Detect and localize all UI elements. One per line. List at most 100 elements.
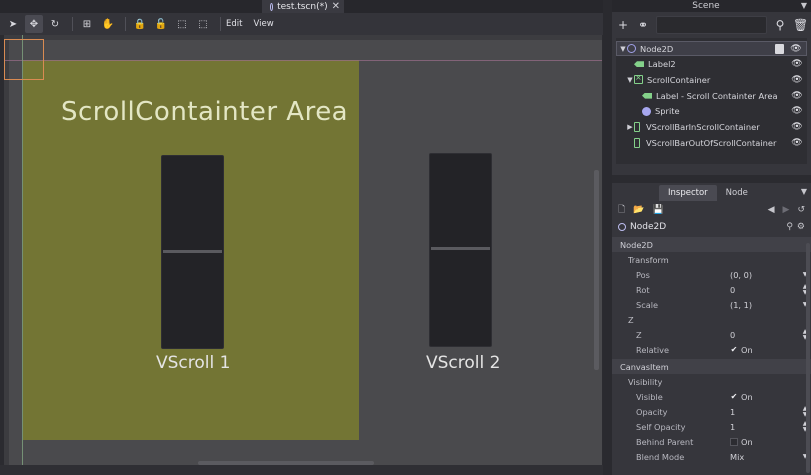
tree-item-label: VScrollBarOutOfScrollContainer — [646, 137, 777, 148]
visibility-eye-icon[interactable]: 👁 — [791, 59, 803, 69]
inspector-scrollbar[interactable] — [806, 243, 810, 473]
prop-relative[interactable]: Relative ✔ On — [612, 342, 811, 357]
tree-item[interactable]: Sprite 👁 — [616, 104, 807, 119]
history-forward-icon[interactable]: ▶ — [783, 205, 790, 215]
menu-view[interactable]: View — [253, 19, 273, 29]
prop-blend-mode-value[interactable]: Mix — [730, 452, 799, 462]
tree-item[interactable]: Label2 👁 — [616, 57, 807, 72]
inspected-object-name: Node2D — [630, 222, 667, 232]
prop-opacity-value[interactable]: 1 — [730, 407, 799, 417]
open-folder-icon[interactable]: 📂 — [633, 205, 644, 215]
ungroup-icon[interactable]: ⬚ — [194, 15, 212, 33]
prop-self-opacity[interactable]: Self Opacity 1 ▲ ▼ — [612, 419, 811, 434]
expand-arrow-icon[interactable]: ▼ — [619, 45, 627, 53]
prop-rot-value[interactable]: 0 — [730, 285, 799, 295]
tree-item[interactable]: ▶ VScrollBarInScrollContainer 👁 — [616, 120, 807, 135]
vscroll-2-grabber[interactable] — [431, 247, 490, 250]
search-icon[interactable]: ⚲ — [773, 18, 787, 32]
prop-rot[interactable]: Rot 0 ▲ ▼ — [612, 282, 811, 297]
prop-visible-value: On — [741, 391, 753, 402]
prop-z[interactable]: Z 0 ▲ ▼ — [612, 327, 811, 342]
visibility-eye-icon[interactable]: 👁 — [791, 91, 803, 101]
viewport-vertical-scrollbar[interactable] — [594, 170, 599, 370]
unlock-icon[interactable]: 🔓 — [152, 15, 170, 33]
history-icon[interactable]: ↺ — [797, 205, 805, 215]
inspector-dock: Inspector Node ▼ 🗋 📂 💾 ◀ ▶ ↺ Node2D ⚲ ⚙ … — [612, 183, 811, 475]
visibility-eye-icon[interactable]: 👁 — [791, 75, 803, 85]
canvas-viewport[interactable]: ScrollContainter Area VScroll 1 VScroll … — [4, 35, 602, 465]
tree-item[interactable]: Label - Scroll Containter Area 👁 — [616, 88, 807, 103]
history-back-icon[interactable]: ◀ — [768, 205, 775, 215]
add-node-icon[interactable]: + — [616, 18, 630, 32]
scene-dock-title[interactable]: Scene — [612, 0, 800, 12]
prop-pos-value[interactable]: (0, 0) — [730, 270, 799, 280]
label-icon — [642, 92, 652, 99]
move-tool-icon[interactable]: ✥ — [25, 15, 43, 33]
vscroll-1-label[interactable]: VScroll 1 — [156, 353, 230, 373]
prop-pos[interactable]: Pos (0, 0) ▼ — [612, 267, 811, 282]
expand-arrow-icon[interactable]: ▼ — [626, 76, 634, 84]
inspector-menu-icon[interactable]: ▼ — [801, 187, 807, 196]
tree-item[interactable]: ▼ ScrollContainer 👁 — [616, 72, 807, 87]
category-visibility[interactable]: Visibility — [612, 374, 811, 389]
instance-link-icon[interactable]: ⚭ — [636, 18, 650, 32]
tree-item[interactable]: VScrollBarOutOfScrollContainer 👁 — [616, 135, 807, 150]
toolbar-separator — [220, 17, 221, 31]
script-icon[interactable] — [775, 43, 784, 54]
scene-dock-menu-icon[interactable]: ▼ — [801, 0, 807, 12]
tab-inspector[interactable]: Inspector — [659, 185, 717, 201]
visibility-eye-icon[interactable]: 👁 — [791, 106, 803, 116]
visibility-eye-icon[interactable]: 👁 — [790, 44, 802, 54]
expand-arrow-icon[interactable]: ▶ — [626, 123, 634, 131]
tree-item-label: ScrollContainer — [647, 74, 711, 85]
save-icon[interactable]: 💾 — [652, 205, 663, 215]
prop-opacity[interactable]: Opacity 1 ▲ ▼ — [612, 404, 811, 419]
object-settings-icon[interactable]: ⚙ — [797, 222, 805, 232]
prop-self-opacity-value[interactable]: 1 — [730, 422, 799, 432]
visibility-eye-icon[interactable]: 👁 — [791, 138, 803, 148]
checkbox-checked-icon[interactable]: ✔ — [730, 392, 738, 401]
area-title[interactable]: ScrollContainter Area — [61, 97, 348, 127]
ruler-left — [4, 35, 9, 465]
new-resource-icon[interactable]: 🗋 — [618, 202, 625, 218]
vscroll-2-label[interactable]: VScroll 2 — [426, 353, 500, 373]
checkbox-checked-icon[interactable]: ✔ — [730, 345, 738, 354]
scene-filter-input[interactable] — [656, 16, 767, 34]
property-search-icon[interactable]: ⚲ — [786, 222, 793, 232]
category-z[interactable]: Z — [612, 312, 811, 327]
close-icon[interactable]: ✕ — [332, 1, 340, 12]
lock-icon[interactable]: 🔒 — [131, 15, 149, 33]
prop-behind-parent-label: Behind Parent — [636, 436, 694, 447]
prop-visible[interactable]: Visible ✔ On — [612, 389, 811, 404]
menu-edit[interactable]: Edit — [226, 19, 242, 29]
checkbox-unchecked-icon[interactable] — [730, 437, 738, 446]
pan-tool-icon[interactable]: ✋ — [99, 15, 117, 33]
prop-blend-mode-label: Blend Mode — [636, 451, 685, 462]
prop-blend-mode[interactable]: Blend Mode Mix ▼ — [612, 449, 811, 464]
scene-tab[interactable]: test.tscn(*) ✕ — [262, 0, 344, 13]
prop-relative-value: On — [741, 344, 753, 355]
delete-icon[interactable]: 🗑 — [793, 18, 808, 32]
section-canvasitem[interactable]: CanvasItem — [612, 359, 811, 374]
prop-scale[interactable]: Scale (1, 1) ▼ — [612, 297, 811, 312]
dock-splitter[interactable] — [603, 0, 612, 475]
prop-z-value[interactable]: 0 — [730, 330, 799, 340]
visibility-eye-icon[interactable]: 👁 — [791, 122, 803, 132]
status-bar — [0, 465, 603, 475]
vscroll-1[interactable] — [161, 155, 224, 349]
prop-scale-value[interactable]: (1, 1) — [730, 300, 799, 310]
scene-dock: + ⚭ ⚲ 🗑 ▼ Node2D 👁 Label2 👁 ▼ ScrollContainer 👁… — [612, 12, 811, 175]
group-icon[interactable]: ⬚ — [173, 15, 191, 33]
category-transform[interactable]: Transform — [612, 252, 811, 267]
edit-pivot-icon[interactable]: ⊞ — [78, 15, 96, 33]
section-node2d[interactable]: Node2D — [612, 237, 811, 252]
rotate-tool-icon[interactable]: ↻ — [46, 15, 64, 33]
prop-self-opacity-label: Self Opacity — [636, 421, 686, 432]
prop-behind-parent[interactable]: Behind Parent On — [612, 434, 811, 449]
tab-node[interactable]: Node — [717, 185, 757, 201]
vscroll-1-grabber[interactable] — [163, 250, 222, 253]
tree-item-label: Label2 — [648, 59, 676, 70]
tree-item[interactable]: ▼ Node2D 👁 — [616, 41, 807, 56]
vscroll-2[interactable] — [429, 153, 492, 347]
select-tool-icon[interactable]: ➤ — [4, 15, 22, 33]
